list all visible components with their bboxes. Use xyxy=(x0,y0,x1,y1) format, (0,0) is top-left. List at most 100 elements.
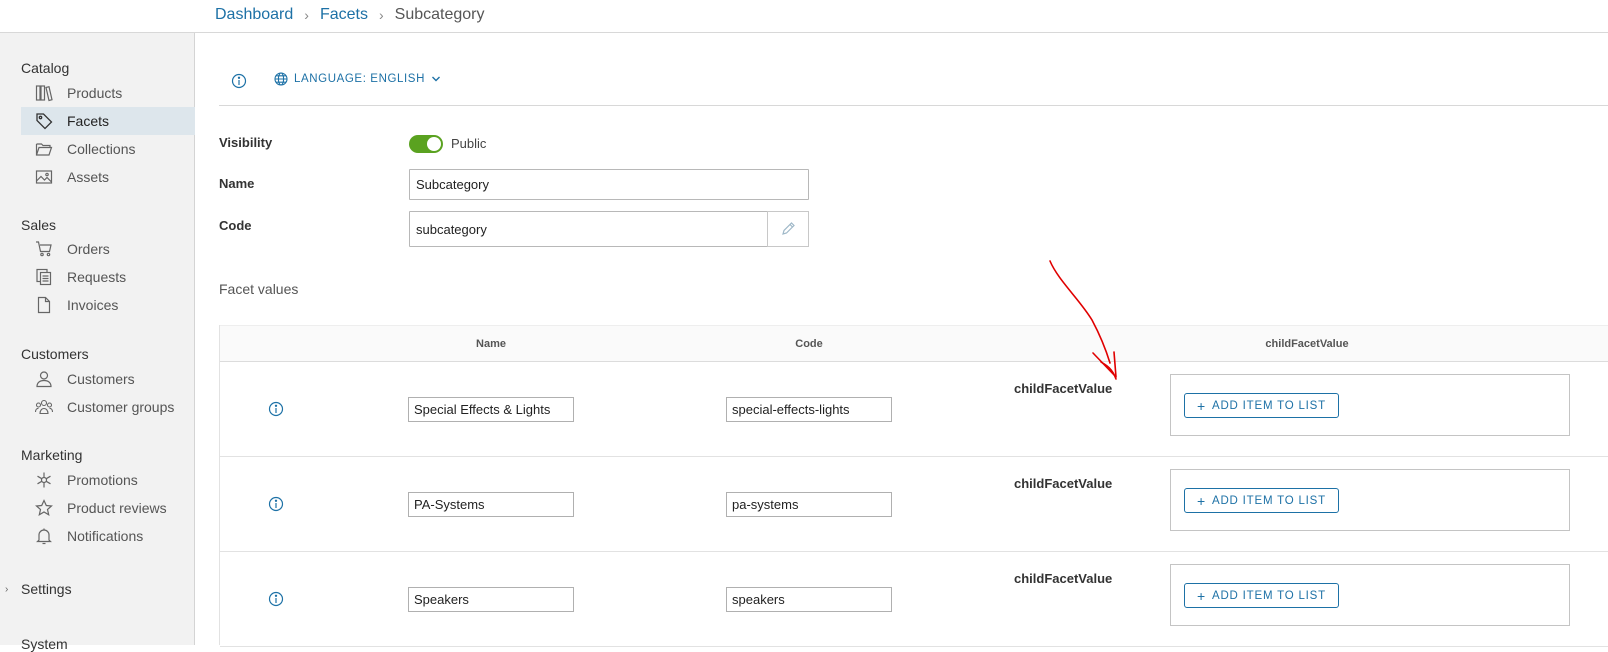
books-icon xyxy=(33,82,55,104)
facet-value-code-input[interactable] xyxy=(726,587,892,612)
breadcrumb-dashboard[interactable]: Dashboard xyxy=(215,6,293,24)
code-input[interactable] xyxy=(409,211,768,247)
plus-icon: + xyxy=(1197,492,1206,509)
child-facet-value-list: + ADD ITEM TO LIST xyxy=(1170,564,1570,626)
child-facet-value-list: + ADD ITEM TO LIST xyxy=(1170,469,1570,531)
asterisk-icon xyxy=(33,469,55,491)
sidebar-section-sales: Sales xyxy=(21,217,57,233)
sidebar-item-label: Orders xyxy=(67,241,110,257)
sidebar: Catalog Products Facets Collections Asse… xyxy=(0,33,195,652)
sidebar-section-customers: Customers xyxy=(21,346,89,362)
file-icon xyxy=(33,294,55,316)
edit-code-button[interactable] xyxy=(767,211,809,247)
table-row: childFacetValue + ADD ITEM TO LIST xyxy=(220,457,1608,552)
breadcrumb-current: Subcategory xyxy=(394,6,485,23)
sidebar-item-collections[interactable]: Collections xyxy=(21,135,195,163)
name-input[interactable] xyxy=(409,169,809,200)
breadcrumb-separator: › xyxy=(378,7,384,23)
add-item-to-list-button[interactable]: + ADD ITEM TO LIST xyxy=(1184,583,1339,608)
table-header: Name Code childFacetValue xyxy=(220,325,1608,362)
info-icon[interactable] xyxy=(268,591,284,607)
sidebar-item-promotions[interactable]: Promotions xyxy=(21,466,195,494)
add-item-to-list-button[interactable]: + ADD ITEM TO LIST xyxy=(1184,393,1339,418)
sidebar-section-marketing: Marketing xyxy=(21,447,83,463)
sidebar-item-settings[interactable]: › Settings xyxy=(0,581,72,597)
sidebar-item-label: Product reviews xyxy=(67,500,167,516)
visibility-value: Public xyxy=(451,136,487,151)
sidebar-item-products[interactable]: Products xyxy=(21,79,195,107)
plus-icon: + xyxy=(1197,397,1206,414)
sidebar-item-label: Promotions xyxy=(67,472,138,488)
sidebar-item-label: Customers xyxy=(67,371,135,387)
sidebar-item-customer-groups[interactable]: Customer groups xyxy=(21,393,195,421)
chevron-down-icon xyxy=(431,74,441,84)
add-item-label: ADD ITEM TO LIST xyxy=(1211,494,1326,507)
sidebar-item-label: Customer groups xyxy=(67,399,175,415)
sidebar-item-facets[interactable]: Facets xyxy=(21,107,195,135)
chevron-right-icon: › xyxy=(5,583,9,595)
sidebar-item-invoices[interactable]: Invoices xyxy=(21,291,195,319)
sidebar-item-assets[interactable]: Assets xyxy=(21,163,195,191)
sidebar-item-system[interactable]: System xyxy=(21,636,68,652)
sidebar-item-orders[interactable]: Orders xyxy=(21,235,195,263)
cart-icon xyxy=(33,238,55,260)
add-item-to-list-button[interactable]: + ADD ITEM TO LIST xyxy=(1184,488,1339,513)
facet-value-name-input[interactable] xyxy=(408,397,574,422)
image-icon xyxy=(33,166,55,188)
breadcrumb: Dashboard › Facets › Subcategory xyxy=(215,6,484,24)
language-selector[interactable]: LANGUAGE: ENGLISH xyxy=(274,72,441,86)
language-label: LANGUAGE: ENGLISH xyxy=(294,73,425,85)
folder-open-icon xyxy=(33,138,55,160)
sidebar-item-requests[interactable]: Requests xyxy=(21,263,195,291)
users-icon xyxy=(33,396,55,418)
info-icon[interactable] xyxy=(268,401,284,417)
sidebar-item-label: Requests xyxy=(67,269,127,285)
name-label: Name xyxy=(219,176,255,191)
facet-value-name-input[interactable] xyxy=(408,587,574,612)
info-icon[interactable] xyxy=(231,73,249,91)
code-label: Code xyxy=(219,218,252,233)
star-icon xyxy=(33,497,55,519)
sidebar-item-label: Settings xyxy=(21,581,72,597)
detail-toolbar: LANGUAGE: ENGLISH xyxy=(219,63,1608,106)
sidebar-item-label: Assets xyxy=(67,169,110,185)
top-bar: Dashboard › Facets › Subcategory xyxy=(0,0,1608,33)
table-row: childFacetValue + ADD ITEM TO LIST xyxy=(220,362,1608,457)
sidebar-item-product-reviews[interactable]: Product reviews xyxy=(21,494,195,522)
breadcrumb-separator: › xyxy=(304,7,309,23)
child-facet-value-list: + ADD ITEM TO LIST xyxy=(1170,374,1570,436)
column-header-child-facet-value: childFacetValue xyxy=(1265,338,1349,350)
column-header-code: Code xyxy=(795,338,823,350)
annotation-arrow xyxy=(1049,260,1117,380)
child-facet-value-label: childFacetValue xyxy=(1014,571,1113,586)
toggle-knob xyxy=(427,137,441,151)
table-row: childFacetValue + ADD ITEM TO LIST xyxy=(220,552,1608,647)
sidebar-item-label: Collections xyxy=(67,141,136,157)
visibility-label: Visibility xyxy=(219,135,273,150)
sidebar-item-customers[interactable]: Customers xyxy=(21,365,195,393)
child-facet-value-label: childFacetValue xyxy=(1014,476,1113,491)
facet-values-table: Name Code childFacetValue childFacetValu… xyxy=(219,325,1608,647)
add-item-label: ADD ITEM TO LIST xyxy=(1211,589,1326,602)
bell-icon xyxy=(33,525,55,547)
plus-icon: + xyxy=(1197,587,1206,604)
sidebar-item-label: Invoices xyxy=(67,297,119,313)
facet-value-name-input[interactable] xyxy=(408,492,574,517)
sidebar-item-notifications[interactable]: Notifications xyxy=(21,522,195,550)
sidebar-item-label: Notifications xyxy=(67,528,144,544)
globe-icon xyxy=(274,72,288,86)
user-icon xyxy=(33,368,55,390)
facet-value-code-input[interactable] xyxy=(726,397,892,422)
sidebar-section-catalog: Catalog xyxy=(21,60,70,76)
add-item-label: ADD ITEM TO LIST xyxy=(1211,399,1326,412)
copy-icon xyxy=(33,266,55,288)
sidebar-item-label: Facets xyxy=(67,113,110,129)
facet-value-code-input[interactable] xyxy=(726,492,892,517)
visibility-toggle[interactable] xyxy=(409,135,443,153)
info-icon[interactable] xyxy=(268,496,284,512)
breadcrumb-facets[interactable]: Facets xyxy=(320,6,368,24)
pencil-icon xyxy=(780,221,796,237)
tag-icon xyxy=(33,110,55,132)
facet-values-title: Facet values xyxy=(219,281,299,297)
sidebar-item-label: Products xyxy=(67,85,123,101)
